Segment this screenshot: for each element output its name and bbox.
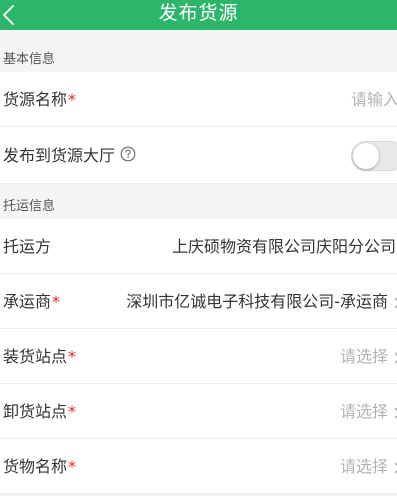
loading-site-label: 装货站点* — [3, 329, 76, 384]
required-mark: * — [68, 457, 77, 476]
required-mark: * — [68, 90, 77, 109]
loading-site-label-text: 装货站点 — [3, 347, 68, 366]
carrier-value-wrap: 深圳市亿诚电子科技有限公司-承运商 — [126, 274, 397, 329]
required-mark: * — [68, 347, 77, 366]
unloading-site-field[interactable]: 卸货站点* 请选择 — [0, 384, 397, 439]
carrier-label: 承运商* — [3, 274, 60, 329]
section-header-shipping: 托运信息 — [0, 194, 397, 219]
unloading-site-select-wrap: 请选择 — [340, 384, 397, 439]
section-header-basic: 基本信息 — [0, 48, 397, 72]
goods-name-field[interactable]: 货物名称* 请选择 — [0, 439, 397, 494]
navbar: 发布货源 — [0, 0, 397, 30]
publish-hall-label-text: 发布到货源大厅 — [3, 146, 116, 165]
unloading-site-label-text: 卸货站点 — [3, 402, 68, 421]
section-title-shipping: 托运信息 — [3, 199, 56, 214]
question-circle-icon[interactable] — [120, 128, 136, 185]
shipper-field: 托运方 上庆硕物资有限公司庆阳分公司 — [0, 219, 397, 274]
goods-name-select-wrap: 请选择 — [340, 439, 397, 494]
required-mark: * — [52, 292, 61, 311]
shipper-value: 上庆硕物资有限公司庆阳分公司 — [171, 237, 396, 256]
unloading-site-label: 卸货站点* — [3, 384, 76, 439]
loading-site-select[interactable]: 请选择 — [340, 347, 388, 366]
loading-site-select-wrap: 请选择 — [340, 329, 397, 384]
publish-hall-label: 发布到货源大厅 — [3, 127, 136, 185]
publish-hall-row: 发布到货源大厅 — [0, 127, 397, 184]
toggle-knob — [353, 143, 379, 169]
shipper-label: 托运方 — [3, 237, 52, 256]
carrier-field[interactable]: 承运商* 深圳市亿诚电子科技有限公司-承运商 — [0, 274, 397, 329]
goods-name-label-text: 货物名称 — [3, 457, 68, 476]
cargo-name-field[interactable]: 货源名称* 请输入 — [0, 72, 397, 127]
cargo-name-label-text: 货源名称 — [3, 90, 68, 109]
carrier-label-text: 承运商 — [3, 292, 52, 311]
section-title-basic: 基本信息 — [3, 52, 56, 67]
page-title: 发布货源 — [158, 2, 239, 24]
carrier-value: 深圳市亿诚电子科技有限公司-承运商 — [126, 292, 388, 311]
unloading-site-select[interactable]: 请选择 — [340, 402, 388, 421]
required-mark: * — [68, 402, 77, 421]
cargo-name-label: 货源名称* — [3, 72, 76, 127]
cargo-name-input[interactable]: 请输入 — [351, 72, 397, 127]
goods-name-label: 货物名称* — [3, 439, 76, 494]
publish-cargo-screen: 发布货源 基本信息 货源名称* 请输入 发布到货源大厅 托运信息 托运方 上庆硕… — [0, 0, 397, 496]
publish-hall-toggle[interactable] — [351, 141, 397, 171]
goods-name-select[interactable]: 请选择 — [340, 457, 388, 476]
loading-site-field[interactable]: 装货站点* 请选择 — [0, 329, 397, 384]
